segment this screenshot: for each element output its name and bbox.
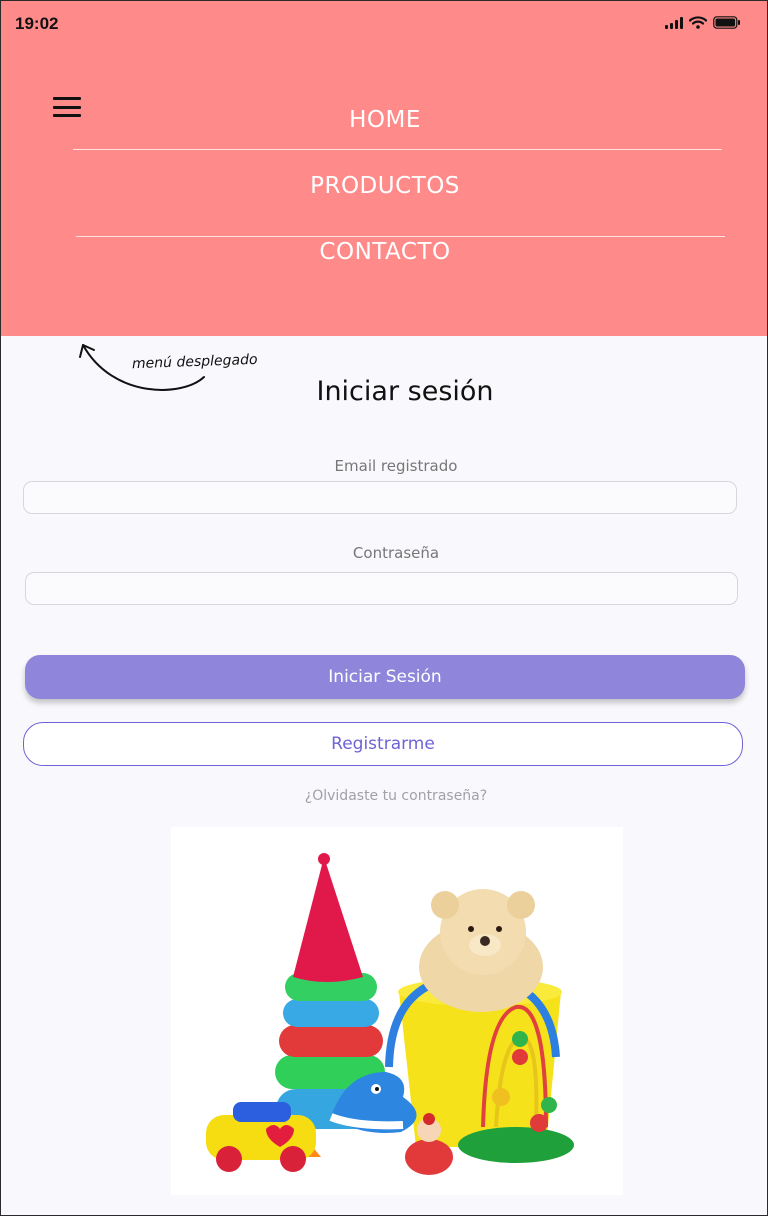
password-label: Contraseña — [352, 544, 440, 562]
wifi-icon — [689, 16, 707, 29]
header-menu: 19:02 HOME PRODUCTOS CONTACTO — [1, 1, 767, 336]
annotation-note: menú desplegado — [131, 351, 258, 373]
nav-item-contacto[interactable]: CONTACTO — [1, 239, 767, 265]
email-label: Email registrado — [334, 457, 458, 475]
app-screen: 19:02 HOME PRODUCTOS CONTACTO menú despl… — [0, 0, 768, 1216]
toys-illustration — [206, 853, 574, 1175]
bottom-rounded-edge — [15, 1193, 755, 1215]
toys-image — [171, 827, 623, 1195]
signal-icon — [665, 16, 683, 29]
page-title: Iniciar sesión — [316, 376, 494, 407]
battery-icon — [713, 16, 740, 29]
nav-item-productos[interactable]: PRODUCTOS — [1, 173, 767, 199]
password-field[interactable] — [25, 572, 738, 605]
status-icons — [665, 16, 741, 29]
email-field[interactable] — [23, 481, 737, 514]
register-button[interactable]: Registrarme — [23, 722, 743, 766]
forgot-password-link[interactable]: ¿Olvidaste tu contraseña? — [1, 788, 767, 804]
nav-divider — [76, 236, 725, 237]
status-time: 19:02 — [15, 14, 59, 33]
login-button[interactable]: Iniciar Sesión — [25, 655, 745, 699]
nav-divider — [73, 149, 722, 150]
nav-item-home[interactable]: HOME — [1, 107, 767, 133]
